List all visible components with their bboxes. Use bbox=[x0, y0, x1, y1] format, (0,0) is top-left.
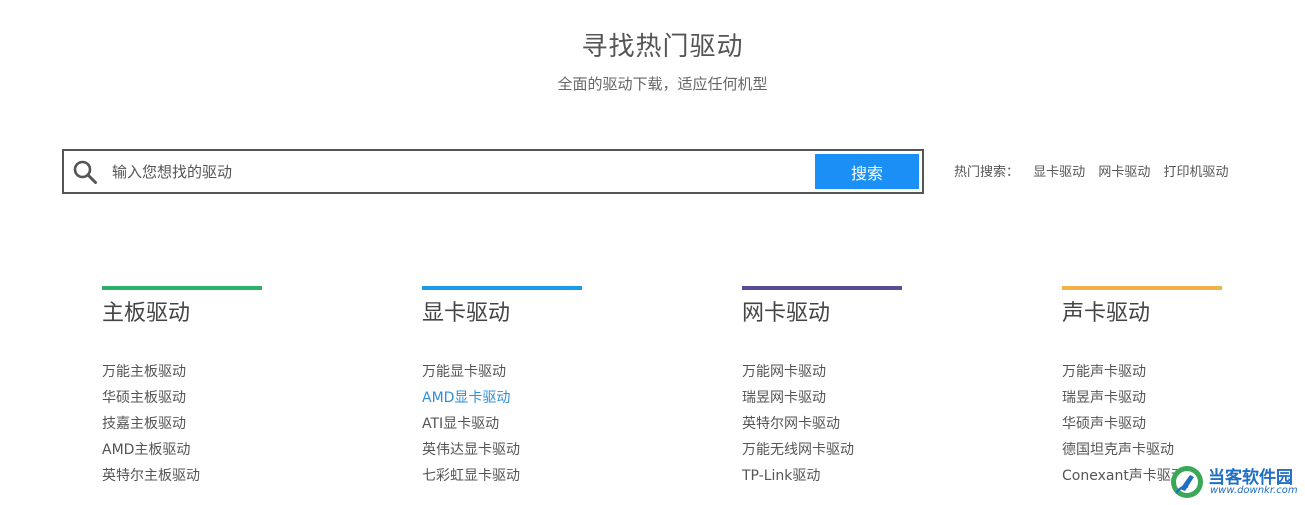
driver-link[interactable]: 七彩虹显卡驱动 bbox=[422, 468, 520, 484]
list-item: 华硕主板驱动 bbox=[102, 385, 262, 411]
watermark-logo-icon bbox=[1171, 466, 1203, 498]
hot-search-link-network[interactable]: 网卡驱动 bbox=[1098, 165, 1150, 180]
list-item: 英特尔主板驱动 bbox=[102, 463, 262, 489]
hot-search-link-printer[interactable]: 打印机驱动 bbox=[1163, 165, 1228, 180]
driver-link[interactable]: 华硕主板驱动 bbox=[102, 390, 186, 406]
page-title: 寻找热门驱动 bbox=[581, 32, 744, 62]
list-item: 万能主板驱动 bbox=[102, 359, 262, 385]
driver-link[interactable]: 英特尔主板驱动 bbox=[102, 468, 200, 484]
list-item: 华硕声卡驱动 bbox=[1062, 411, 1222, 437]
driver-link[interactable]: 万能网卡驱动 bbox=[742, 364, 826, 380]
category-motherboard: 主板驱动 万能主板驱动 华硕主板驱动 技嘉主板驱动 AMD主板驱动 英特尔主板驱… bbox=[102, 286, 262, 489]
list-item: 技嘉主板驱动 bbox=[102, 411, 262, 437]
category-list: 万能显卡驱动 AMD显卡驱动 ATI显卡驱动 英伟达显卡驱动 七彩虹显卡驱动 bbox=[422, 359, 582, 489]
driver-link[interactable]: 德国坦克声卡驱动 bbox=[1062, 442, 1174, 458]
category-title: 主板驱动 bbox=[102, 301, 191, 326]
search-box: 搜索 bbox=[62, 149, 924, 194]
driver-link[interactable]: 万能无线网卡驱动 bbox=[742, 442, 854, 458]
hot-search-link-graphics[interactable]: 显卡驱动 bbox=[1033, 165, 1085, 180]
hot-search-label: 热门搜索： bbox=[954, 165, 1020, 180]
category-list: 万能主板驱动 华硕主板驱动 技嘉主板驱动 AMD主板驱动 英特尔主板驱动 bbox=[102, 359, 262, 489]
driver-link[interactable]: AMD主板驱动 bbox=[102, 442, 190, 458]
hot-search: 热门搜索： 显卡驱动 网卡驱动 打印机驱动 bbox=[954, 161, 1237, 180]
list-item: 万能无线网卡驱动 bbox=[742, 437, 902, 463]
driver-link[interactable]: TP-Link驱动 bbox=[742, 468, 820, 484]
category-title: 声卡驱动 bbox=[1062, 301, 1151, 326]
list-item: 英伟达显卡驱动 bbox=[422, 437, 582, 463]
site-watermark: 当客软件园 www.downkr.com bbox=[1168, 461, 1305, 505]
list-item: ATI显卡驱动 bbox=[422, 411, 582, 437]
list-item: 万能显卡驱动 bbox=[422, 359, 582, 385]
category-accent-bar bbox=[1062, 286, 1222, 290]
driver-link[interactable]: 瑞昱网卡驱动 bbox=[742, 390, 826, 406]
driver-link[interactable]: 英伟达显卡驱动 bbox=[422, 442, 520, 458]
driver-link[interactable]: Conexant声卡驱动 bbox=[1062, 468, 1185, 484]
category-accent-bar bbox=[742, 286, 902, 290]
category-accent-bar bbox=[422, 286, 582, 290]
list-item: 德国坦克声卡驱动 bbox=[1062, 437, 1222, 463]
category-title: 网卡驱动 bbox=[742, 301, 831, 326]
search-button[interactable]: 搜索 bbox=[815, 154, 919, 189]
category-sound: 声卡驱动 万能声卡驱动 瑞昱声卡驱动 华硕声卡驱动 德国坦克声卡驱动 Conex… bbox=[1062, 286, 1222, 489]
watermark-url: www.downkr.com bbox=[1210, 485, 1298, 496]
driver-link[interactable]: AMD显卡驱动 bbox=[422, 390, 510, 406]
driver-link[interactable]: 华硕声卡驱动 bbox=[1062, 416, 1146, 432]
category-graphics: 显卡驱动 万能显卡驱动 AMD显卡驱动 ATI显卡驱动 英伟达显卡驱动 七彩虹显… bbox=[422, 286, 582, 489]
list-item: 瑞昱声卡驱动 bbox=[1062, 385, 1222, 411]
category-title: 显卡驱动 bbox=[422, 301, 511, 326]
list-item: 万能声卡驱动 bbox=[1062, 359, 1222, 385]
list-item: 英特尔网卡驱动 bbox=[742, 411, 902, 437]
category-accent-bar bbox=[102, 286, 262, 290]
driver-link[interactable]: 万能主板驱动 bbox=[102, 364, 186, 380]
driver-link[interactable]: 瑞昱声卡驱动 bbox=[1062, 390, 1146, 406]
search-icon bbox=[73, 160, 97, 184]
list-item: 万能网卡驱动 bbox=[742, 359, 902, 385]
page-subtitle: 全面的驱动下载，适应任何机型 bbox=[557, 75, 768, 93]
driver-link[interactable]: 技嘉主板驱动 bbox=[102, 416, 186, 432]
driver-link[interactable]: 英特尔网卡驱动 bbox=[742, 416, 840, 432]
category-network: 网卡驱动 万能网卡驱动 瑞昱网卡驱动 英特尔网卡驱动 万能无线网卡驱动 TP-L… bbox=[742, 286, 902, 489]
driver-link[interactable]: 万能声卡驱动 bbox=[1062, 364, 1146, 380]
list-item: TP-Link驱动 bbox=[742, 463, 902, 489]
search-input[interactable] bbox=[112, 155, 812, 188]
list-item: AMD显卡驱动 bbox=[422, 385, 582, 411]
driver-link[interactable]: 万能显卡驱动 bbox=[422, 364, 506, 380]
list-item: AMD主板驱动 bbox=[102, 437, 262, 463]
category-list: 万能网卡驱动 瑞昱网卡驱动 英特尔网卡驱动 万能无线网卡驱动 TP-Link驱动 bbox=[742, 359, 902, 489]
driver-link[interactable]: ATI显卡驱动 bbox=[422, 416, 499, 432]
list-item: 瑞昱网卡驱动 bbox=[742, 385, 902, 411]
list-item: 七彩虹显卡驱动 bbox=[422, 463, 582, 489]
